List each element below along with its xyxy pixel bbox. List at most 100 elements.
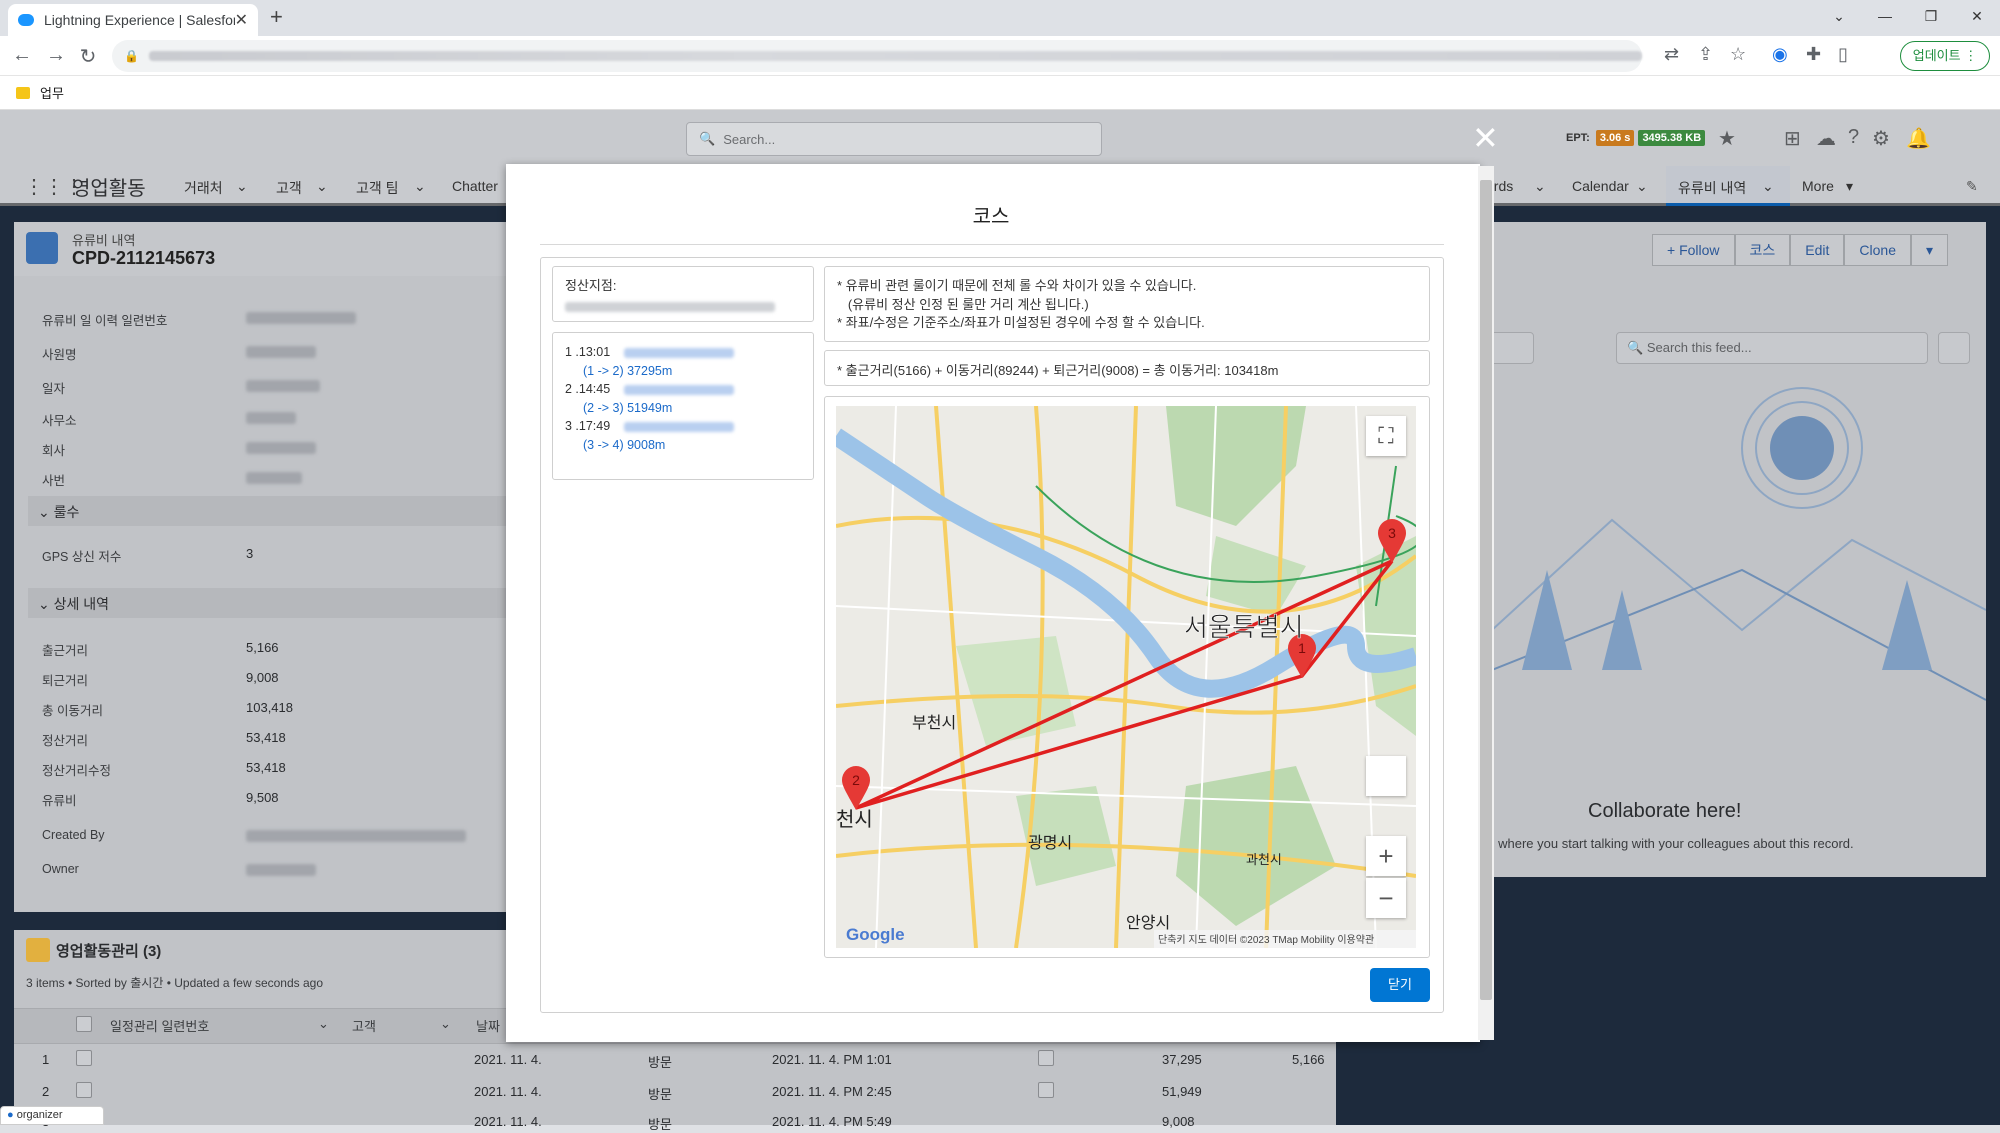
detail-value: 53,418 [246, 730, 286, 745]
route-stop[interactable]: 1 .13:01 [565, 343, 801, 362]
section-header-details[interactable]: ⌄ 상세 내역 [28, 588, 514, 618]
row-type: 방문 [648, 1117, 672, 1132]
row-datetime: 2021. 11. 4. PM 2:45 [772, 1084, 892, 1099]
reload-icon[interactable]: ↻ [76, 44, 100, 69]
caret-down-icon[interactable]: ▾ [1846, 178, 1853, 195]
section-header-counts[interactable]: ⌄ 룰수 [28, 496, 514, 526]
setup-gear-icon[interactable]: ⚙ [1872, 126, 1890, 151]
back-icon[interactable]: ← [10, 44, 34, 67]
browser-tab[interactable]: Lightning Experience | Salesforce ✕ [8, 4, 258, 36]
feed-refresh-button[interactable] [1938, 332, 1970, 364]
scrollbar-thumb[interactable] [1480, 180, 1492, 1000]
nav-item-customer-team[interactable]: 고객 팀 [356, 178, 399, 198]
side-panel-icon[interactable]: ▯ [1838, 44, 1848, 65]
maximize-button[interactable]: ❐ [1908, 0, 1954, 32]
forward-icon[interactable]: → [44, 44, 68, 67]
modal-close-icon[interactable]: ✕ [1472, 122, 1499, 154]
nav-item-customers[interactable]: 고객 [276, 178, 302, 198]
tab-close-icon[interactable]: ✕ [235, 10, 248, 30]
row-flag-checkbox [1038, 1082, 1054, 1098]
trailhead-icon[interactable]: ☁ [1816, 126, 1836, 151]
map-label-anyang: 안양시 [1126, 914, 1170, 932]
field-value-redacted [246, 412, 296, 424]
update-button[interactable]: 업데이트 ⋮ [1900, 41, 1990, 71]
clone-button[interactable]: Clone [1844, 234, 1912, 266]
row-number: 2 [42, 1084, 50, 1099]
related-list-title[interactable]: 영업활동관리 (3) [56, 940, 161, 961]
google-logo: Google [846, 925, 905, 944]
stop-name-redacted [624, 421, 735, 432]
minimize-button[interactable]: — [1862, 0, 1908, 32]
chevron-down-icon[interactable]: ⌄ [1636, 178, 1648, 195]
zoom-out-button[interactable]: − [1366, 878, 1406, 918]
route-segment[interactable]: (3 -> 4) 9008m [565, 436, 801, 455]
chevron-down-icon[interactable]: ⌄ [1534, 178, 1546, 195]
row-date: 2021. 11. 4. [474, 1114, 542, 1129]
nav-item-calendar[interactable]: Calendar [1572, 178, 1629, 194]
nav-item-more[interactable]: More [1802, 178, 1834, 194]
street-view-pegman[interactable] [1366, 756, 1406, 796]
row-outbound: 5,166 [1292, 1052, 1325, 1067]
chevron-down-icon[interactable]: ⌄ [414, 178, 426, 195]
row-type: 방문 [648, 1055, 672, 1070]
record-name: CPD-2112145673 [72, 248, 216, 268]
row-checkbox[interactable] [76, 1082, 92, 1098]
chevron-down-icon[interactable]: ⌄ [316, 178, 328, 195]
gps-label: GPS 상신 저수 [42, 550, 122, 564]
field-value-redacted [246, 346, 316, 358]
help-icon[interactable]: ? [1848, 126, 1859, 149]
course-button[interactable]: 코스 [1734, 234, 1791, 266]
bookmark-folder[interactable]: 업무 [40, 83, 64, 102]
tab-list-icon[interactable]: ⌄ [1816, 0, 1862, 32]
select-all-checkbox[interactable] [76, 1016, 92, 1032]
favorites-star-icon[interactable]: ★ [1718, 126, 1736, 151]
extensions-puzzle-icon[interactable]: ✚ [1806, 44, 1821, 65]
chevron-down-icon[interactable]: ⌄ [1762, 178, 1774, 195]
chevron-down-icon[interactable]: ⌄ [318, 1016, 329, 1032]
route-map[interactable]: 1 2 3 서울특별시 부천시 광명시 안양시 과천시 천시 Google 단축… [836, 406, 1416, 948]
route-segment[interactable]: (2 -> 3) 51949m [565, 399, 801, 418]
url-field[interactable]: 🔒 [112, 40, 1642, 72]
chevron-down-icon[interactable]: ⌄ [236, 178, 248, 195]
settlement-label: 정산지점: [565, 278, 617, 293]
lock-icon: 🔒 [124, 49, 139, 63]
nav-item-chatter[interactable]: Chatter [452, 178, 498, 194]
organizer-extension-tab[interactable]: ● organizer [0, 1106, 104, 1125]
distance-summary: * 출근거리(5166) + 이동거리(89244) + 퇴근거리(9008) … [824, 350, 1430, 386]
more-actions-button[interactable]: ▾ [1911, 234, 1949, 266]
chevron-down-icon[interactable]: ⌄ [440, 1016, 451, 1032]
field-label: 사무소 [42, 414, 77, 428]
close-window-button[interactable]: ✕ [1954, 0, 2000, 32]
fullscreen-button[interactable]: ⛶ [1366, 416, 1406, 456]
route-stop[interactable]: 3 .17:49 [565, 417, 801, 436]
close-button[interactable]: 닫기 [1370, 968, 1430, 1002]
extension-shield-icon[interactable]: ◉ [1772, 44, 1788, 65]
column-header[interactable]: 고객 [352, 1016, 376, 1035]
new-tab-button[interactable]: + [270, 4, 283, 30]
bookmark-star-icon[interactable]: ☆ [1730, 44, 1746, 65]
detail-value: 103,418 [246, 700, 293, 715]
row-datetime: 2021. 11. 4. PM 1:01 [772, 1052, 892, 1067]
row-checkbox[interactable] [76, 1050, 92, 1066]
route-stop[interactable]: 2 .14:45 [565, 380, 801, 399]
nav-item-fuel-costs[interactable]: 유류비 내역 [1678, 178, 1746, 198]
zoom-in-button[interactable]: + [1366, 836, 1406, 876]
feed-search-input[interactable]: 🔍 Search this feed... [1616, 332, 1928, 364]
follow-button[interactable]: + Follow [1652, 234, 1735, 266]
nav-item-accounts[interactable]: 거래처 [184, 178, 223, 198]
detail-label: 퇴근거리 [42, 674, 89, 688]
global-actions-icon[interactable]: ⊞ [1784, 126, 1801, 151]
edit-nav-pencil-icon[interactable]: ✎ [1966, 178, 1978, 195]
address-toolbar: ← → ↻ 🔒 ⇄ ⇪ ☆ ◉ ✚ ▯ 업데이트 ⋮ [0, 36, 2000, 76]
column-header[interactable]: 날짜 [476, 1016, 500, 1035]
notifications-bell-icon[interactable]: 🔔 [1906, 126, 1931, 151]
edit-button[interactable]: Edit [1790, 234, 1845, 266]
salesforce-cloud-icon [18, 14, 34, 26]
url-text-redacted [148, 51, 1642, 61]
share-icon[interactable]: ⇪ [1698, 44, 1713, 65]
global-search-input[interactable]: 🔍 Search... [686, 122, 1102, 156]
route-segment[interactable]: (1 -> 2) 37295m [565, 362, 801, 381]
field-value-redacted [246, 472, 302, 484]
translate-icon[interactable]: ⇄ [1664, 44, 1679, 65]
column-header[interactable]: 일정관리 일련번호 [110, 1016, 209, 1035]
